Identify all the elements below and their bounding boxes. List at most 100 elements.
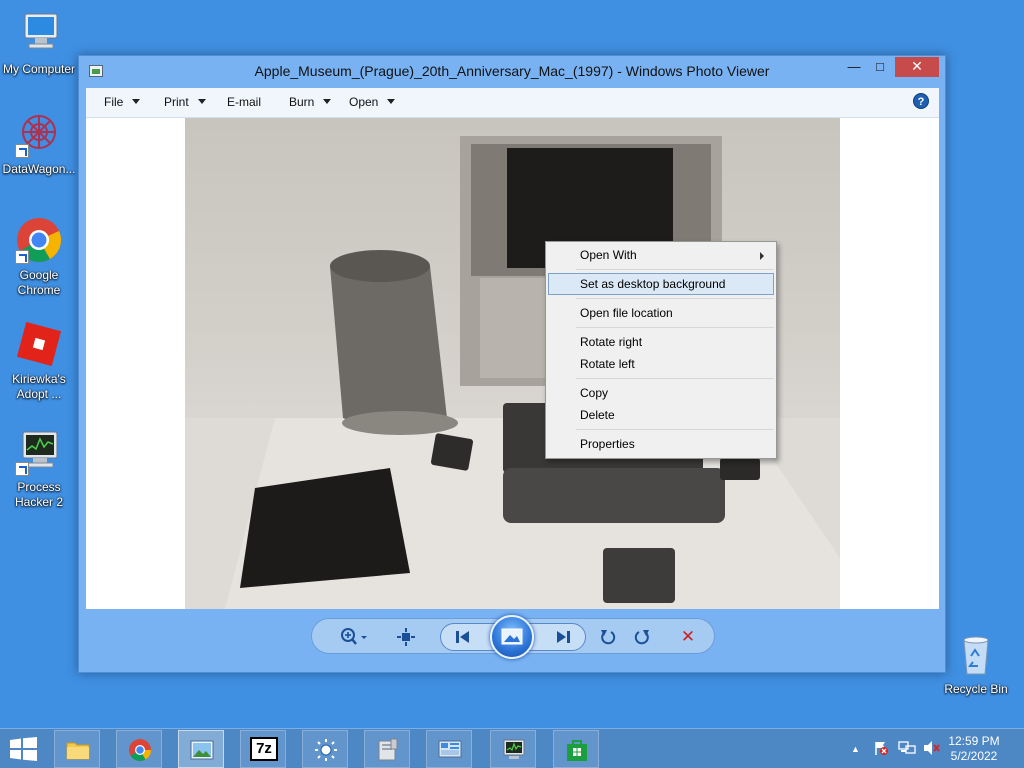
process-hacker-icon [503,739,525,759]
menu-item-open-with[interactable]: Open With [548,244,774,266]
delete-button[interactable]: ✕ [678,627,698,647]
menu-item-open-file-location[interactable]: Open file location [548,302,774,324]
desktop-icon-label-line2: Hacker 2 [14,495,64,509]
chevron-right-icon [760,252,764,260]
help-icon[interactable]: ? [913,93,929,109]
volume-muted-icon[interactable] [923,740,941,759]
archive-icon [378,738,398,761]
menu-item-rotate-left[interactable]: Rotate left [548,353,774,375]
photo-viewer-icon [190,740,214,760]
network-icon[interactable] [898,740,916,759]
menu-item-label: Properties [580,437,635,451]
rotate-clockwise-icon[interactable] [632,627,652,647]
menu-item-rotate-right[interactable]: Rotate right [548,331,774,353]
clock-time: 12:59 PM [948,734,1000,748]
desktop-icon-google-chrome[interactable]: Google Chrome [2,216,76,298]
taskbar-archive-app[interactable] [364,730,410,768]
menu-separator [576,327,774,328]
actual-size-icon[interactable] [396,627,416,647]
email-button[interactable]: E-mail [227,95,261,109]
menu-item-label: Open With [580,248,637,262]
image-viewport[interactable] [86,118,939,609]
system-clock[interactable]: 12:59 PM 5/2/2022 [944,734,1004,764]
sun-icon [315,739,337,761]
menu-item-set-as-desktop-background[interactable]: Set as desktop background [548,273,774,295]
menu-item-label: Copy [580,386,609,400]
menu-separator [576,429,774,430]
desktop-icon-label: My Computer [2,62,76,76]
menu-item-label: Set as desktop background [580,277,726,291]
start-button[interactable] [10,737,38,761]
seven-zip-icon: 7z [250,737,278,761]
chevron-down-icon [387,99,396,104]
menu-separator [576,298,774,299]
slideshow-icon [501,628,523,645]
close-button[interactable]: ✕ [895,57,939,77]
taskbar-network-app[interactable] [426,730,472,768]
desktop-icon-label-line1: Process [17,480,61,494]
windows-logo-icon [10,737,37,761]
taskbar: 7z ▲ 12:59 PM 5/2/2022 [0,728,1024,768]
desktop-icon-label: DataWagon... [2,162,76,176]
desktop-icon-adopt-me[interactable]: Kiriewka's Adopt ... [2,320,76,402]
desktop-icon-process-hacker[interactable]: Process Hacker 2 [2,428,76,510]
network-dashboard-icon [438,740,462,758]
taskbar-chrome[interactable] [116,730,162,768]
datawagon-icon [15,110,63,158]
taskbar-photo-viewer[interactable] [178,730,224,768]
desktop-icon-label-line2: Adopt ... [16,387,62,401]
menu-item-label: Rotate right [580,335,643,349]
desktop-icon-recycle-bin[interactable]: Recycle Bin [938,630,1014,697]
slideshow-button[interactable] [490,615,534,659]
menu-bar: File Print E-mail Burn Open ? [86,88,939,118]
process-hacker-icon [15,428,63,476]
menu-item-label: Open file location [580,306,673,320]
taskbar-process-hacker[interactable] [490,730,536,768]
taskbar-file-explorer[interactable] [54,730,100,768]
taskbar-store[interactable] [553,730,599,768]
next-icon[interactable] [553,627,573,647]
computer-icon [15,10,63,58]
open-menu-label: Open [349,95,379,109]
menu-separator [576,269,774,270]
menu-item-copy[interactable]: Copy [548,382,774,404]
zoom-icon[interactable] [338,627,372,647]
title-bar[interactable]: Apple_Museum_(Prague)_20th_Anniversary_M… [79,56,945,86]
photo-viewer-window: Apple_Museum_(Prague)_20th_Anniversary_M… [78,55,946,673]
menu-item-label: Delete [580,408,615,422]
desktop-icon-my-computer[interactable]: My Computer [2,10,76,77]
viewer-control-bar: ✕ [311,615,715,659]
chevron-down-icon [197,99,206,104]
email-label: E-mail [227,95,262,109]
clock-date: 5/2/2022 [950,749,998,763]
chevron-down-icon [323,99,332,104]
previous-icon[interactable] [453,627,473,647]
show-hidden-icons-chevron-up-icon[interactable]: ▲ [851,744,860,754]
menu-item-delete[interactable]: Delete [548,404,774,426]
file-menu[interactable]: File [104,95,141,109]
print-menu[interactable]: Print [164,95,206,109]
context-menu: Open With Set as desktop background Open… [545,241,777,459]
desktop-icon-label-line1: Google [19,268,59,282]
window-title: Apple_Museum_(Prague)_20th_Anniversary_M… [254,63,770,79]
chevron-down-icon [132,99,141,104]
file-menu-label: File [104,95,124,109]
folder-icon [66,742,90,760]
open-menu[interactable]: Open [349,95,396,109]
recycle-bin-icon [952,630,1000,678]
rotate-counterclockwise-icon[interactable] [598,627,618,647]
taskbar-7zip[interactable]: 7z [240,730,286,768]
print-menu-label: Print [164,95,189,109]
taskbar-brightness-app[interactable] [302,730,348,768]
desktop-icon-label: Recycle Bin [944,682,1008,696]
burn-menu[interactable]: Burn [289,95,332,109]
maximize-button[interactable]: □ [867,57,893,77]
shortcut-arrow-icon [15,144,29,158]
roblox-icon [15,320,63,368]
chrome-icon [129,739,151,761]
menu-item-properties[interactable]: Properties [548,433,774,455]
menu-item-label: Rotate left [580,357,635,371]
action-center-flag-icon[interactable] [873,740,889,759]
minimize-button[interactable]: — [841,57,867,77]
desktop-icon-datawagon[interactable]: DataWagon... [2,110,76,177]
